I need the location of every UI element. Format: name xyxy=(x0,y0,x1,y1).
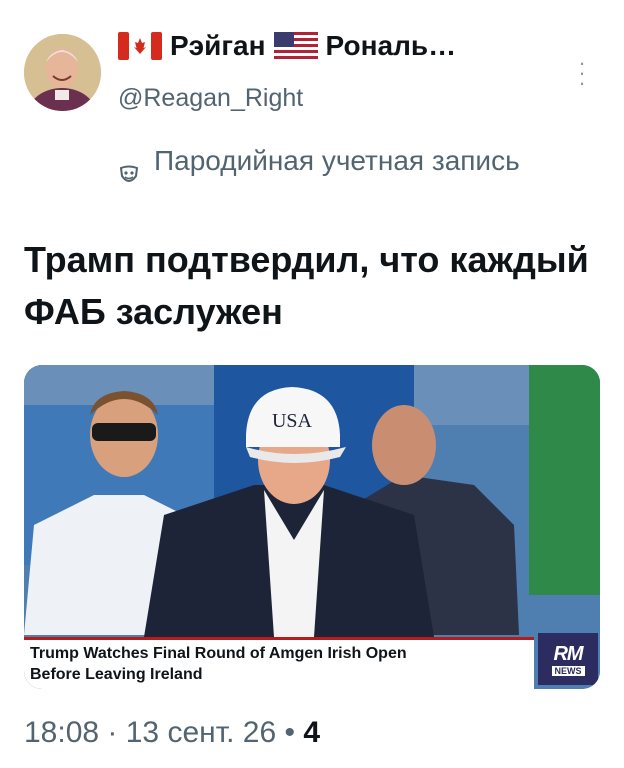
cap-text: USA xyxy=(272,410,313,432)
news-caption: Trump Watches Final Round of Amgen Irish… xyxy=(24,637,534,689)
tweet-time: 18:08 xyxy=(24,716,100,749)
caption-line-2: Before Leaving Ireland xyxy=(30,666,203,683)
tweet-media[interactable]: USA Trump Watches Final Round of Amgen I… xyxy=(24,365,600,689)
user-handle[interactable]: @Reagan_Right xyxy=(118,84,303,113)
tweet-date: 13 сент. 26 xyxy=(125,716,277,749)
tweet-card: Рэйган Рональ… @Reagan_Right · · · Пародий… xyxy=(0,0,624,768)
theater-mask-icon xyxy=(119,165,139,182)
caption-line-1: Trump Watches Final Round of Amgen Irish… xyxy=(30,645,407,662)
parody-label: Пародийная учетная запись xyxy=(118,142,574,186)
tweet-timestamp[interactable]: 18:08 · 13 сент. 26 • 4 xyxy=(24,716,320,750)
tweet-text: Трамп подтвердил, что каждый ФАБ заслуже… xyxy=(24,239,589,332)
view-count: 4 xyxy=(303,716,321,749)
rm-news-logo: RM NEWS xyxy=(538,633,598,685)
usa-flag-icon xyxy=(273,32,318,60)
display-name[interactable]: Рэйган Рональ… xyxy=(118,30,456,62)
parody-label-text: Пародийная учетная запись xyxy=(154,145,520,176)
canada-flag-icon xyxy=(118,32,162,60)
display-name-left: Рэйган xyxy=(170,30,266,61)
display-name-right: Рональ… xyxy=(325,30,457,61)
more-vertical-icon[interactable]: · · · xyxy=(572,52,592,94)
avatar[interactable] xyxy=(24,34,101,111)
news-logo-text: NEWS xyxy=(551,665,585,676)
